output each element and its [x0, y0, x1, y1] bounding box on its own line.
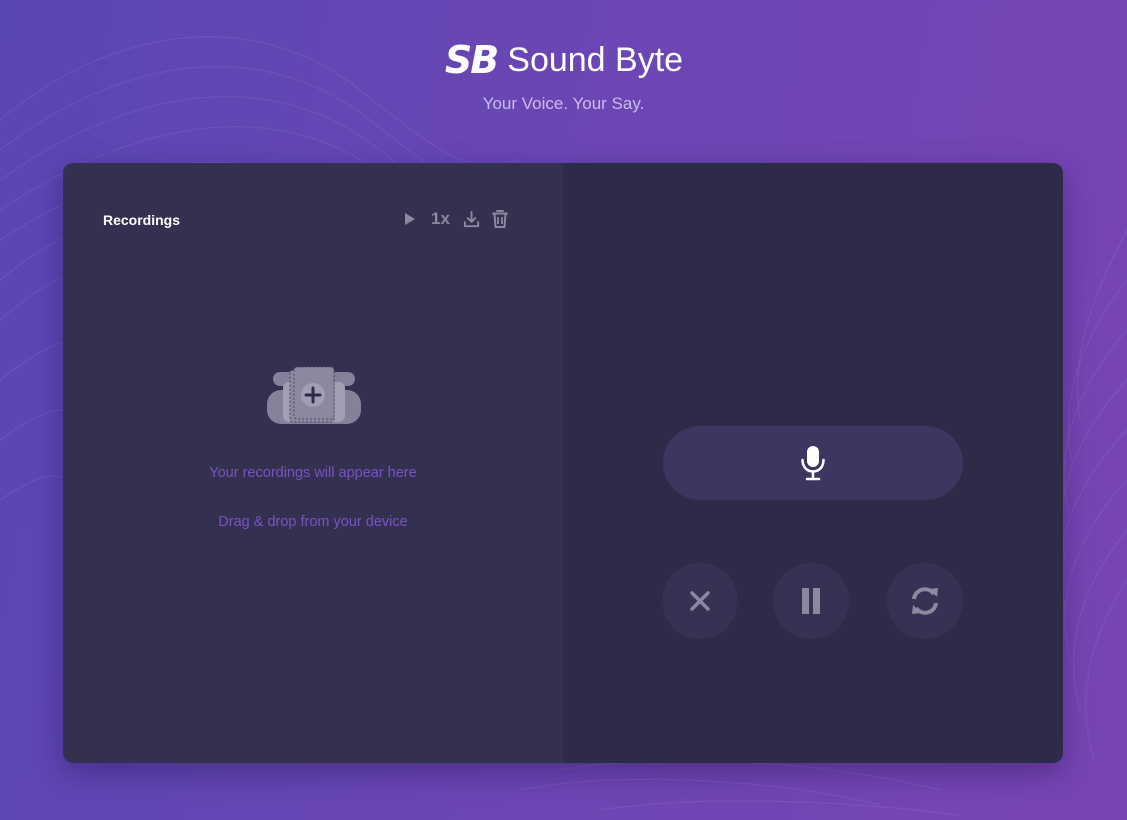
- trash-icon: [491, 210, 508, 228]
- close-icon: [690, 591, 710, 611]
- play-icon: [405, 213, 415, 225]
- playback-speed-button[interactable]: 1x: [431, 209, 450, 229]
- recorder-panel: [563, 163, 1063, 763]
- recordings-panel[interactable]: Recordings 1x Your recordings will appea…: [63, 163, 563, 763]
- reset-button[interactable]: [887, 563, 963, 639]
- app-header: SB Sound Byte Your Voice. Your Say.: [0, 38, 1127, 114]
- download-icon: [463, 210, 480, 227]
- empty-recordings-illustration: [263, 366, 363, 435]
- download-button[interactable]: [462, 210, 481, 229]
- drag-drop-hint: Drag & drop from your device: [218, 514, 408, 530]
- recordings-title: Recordings: [103, 212, 181, 228]
- cancel-button[interactable]: [662, 563, 738, 639]
- microphone-icon: [801, 446, 825, 481]
- play-button[interactable]: [401, 211, 417, 227]
- pause-icon: [802, 588, 820, 614]
- record-button[interactable]: [663, 426, 963, 500]
- empty-recordings-message: Your recordings will appear here: [209, 465, 417, 481]
- pause-button[interactable]: [773, 563, 849, 639]
- recordings-toolbar: 1x: [401, 207, 509, 231]
- brand: SB Sound Byte: [1, 38, 1127, 82]
- main-card: Recordings 1x Your recordings will appea…: [63, 163, 1063, 763]
- brand-logo: SB: [444, 38, 499, 82]
- delete-button[interactable]: [491, 209, 509, 229]
- refresh-icon: [912, 587, 938, 615]
- tagline: Your Voice. Your Say.: [482, 94, 645, 113]
- app-title: Sound Byte: [507, 41, 684, 79]
